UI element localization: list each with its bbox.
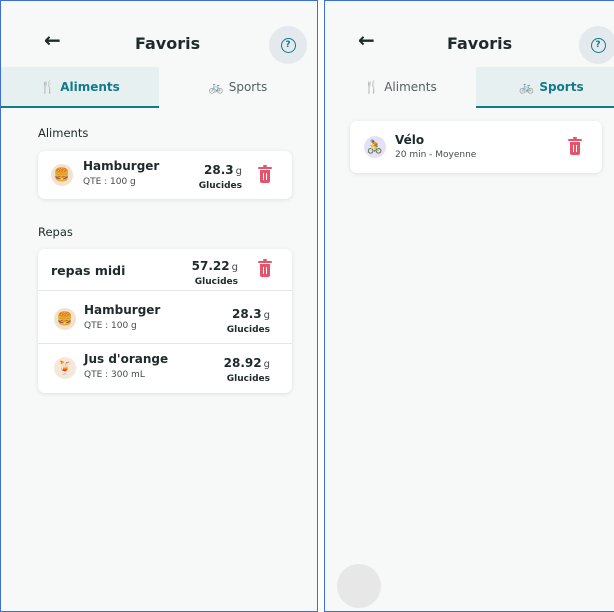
carbs-label: Glucides (194, 277, 238, 287)
section-title-foods: Aliments (38, 126, 89, 140)
meal-name: repas midi (51, 263, 126, 278)
favorites-screen-aliments: ← Favoris ? 🍴 Aliments 🚲 Sports Aliments… (0, 0, 318, 612)
tab-label: Aliments (60, 79, 120, 94)
help-icon: ? (280, 37, 296, 53)
hamburger-icon: 🍔 (54, 308, 76, 330)
tab-bar: 🍴 Aliments 🚲 Sports (325, 67, 614, 108)
page-title: Favoris (135, 34, 201, 53)
floating-button[interactable] (337, 564, 381, 608)
tab-sports[interactable]: 🚲 Sports (476, 67, 614, 108)
food-carbs: 28.3 g Glucides (227, 303, 270, 335)
food-quantity: QTE : 100 g (84, 321, 137, 331)
tab-label: Sports (228, 79, 268, 94)
food-carbs: 28.3 g Glucides (199, 159, 242, 191)
carbs-label: Glucides (226, 374, 270, 384)
food-carbs: 28.92 g Glucides (224, 352, 270, 384)
carbs-value: 28.3 (204, 163, 234, 177)
food-name: Hamburger (84, 303, 161, 317)
food-name: Hamburger (83, 159, 160, 173)
hamburger-icon: 🍔 (51, 164, 73, 186)
food-quantity: QTE : 100 g (83, 177, 136, 187)
sport-name: Vélo (395, 133, 425, 147)
favorite-meal-card[interactable]: repas midi 57.22 g Glucides 🍔 Hamburger Q… (38, 249, 292, 393)
divider (38, 343, 292, 344)
favorite-food-card[interactable]: 🍔 Hamburger QTE : 100 g 28.3 g Glucides (38, 151, 292, 199)
tab-label: Sports (539, 79, 584, 94)
carbs-unit: g (263, 359, 270, 370)
delete-trash-icon[interactable] (258, 259, 272, 278)
page-title: Favoris (447, 34, 513, 53)
carbs-unit: g (231, 262, 238, 273)
carbs-value: 28.92 (223, 356, 262, 370)
meal-carbs: 57.22 g Glucides (192, 255, 238, 287)
bicycle-icon: 🚲 (208, 79, 224, 94)
divider (38, 290, 292, 291)
food-name: Jus d'orange (84, 352, 169, 366)
carbs-value: 57.22 (191, 259, 230, 273)
carbs-label: Glucides (226, 325, 270, 335)
tab-aliments[interactable]: 🍴 Aliments (325, 67, 476, 108)
cyclist-icon: 🚴 (364, 136, 386, 158)
app-header: ← Favoris ? (325, 1, 614, 67)
sport-detail: 20 min - Moyenne (395, 150, 477, 160)
help-button[interactable]: ? (269, 26, 307, 64)
tab-sports[interactable]: 🚲 Sports (159, 67, 317, 108)
app-header: ← Favoris ? (1, 1, 317, 67)
back-arrow-icon[interactable]: ← (44, 30, 61, 50)
carbs-label: Glucides (198, 181, 242, 191)
tab-aliments[interactable]: 🍴 Aliments (1, 67, 159, 108)
back-arrow-icon[interactable]: ← (358, 30, 375, 50)
carbs-unit: g (235, 166, 242, 177)
help-icon: ? (590, 37, 606, 53)
help-button[interactable]: ? (579, 26, 614, 64)
fork-knife-icon: 🍴 (364, 79, 380, 94)
favorites-screen-sports: ← Favoris ? 🍴 Aliments 🚲 Sports 🚴 Vélo 2… (324, 0, 614, 612)
carbs-unit: g (263, 310, 270, 321)
carbs-value: 28.3 (232, 307, 262, 321)
delete-trash-icon[interactable] (568, 137, 582, 156)
food-quantity: QTE : 300 mL (84, 370, 145, 380)
delete-trash-icon[interactable] (258, 165, 272, 184)
favorite-sport-card[interactable]: 🚴 Vélo 20 min - Moyenne (350, 121, 602, 173)
bicycle-icon: 🚲 (519, 79, 535, 94)
section-title-meals: Repas (38, 225, 73, 239)
tab-bar: 🍴 Aliments 🚲 Sports (1, 67, 317, 108)
juice-glass-icon: 🍹 (54, 357, 76, 379)
tab-label: Aliments (384, 79, 437, 94)
fork-knife-icon: 🍴 (40, 79, 56, 94)
